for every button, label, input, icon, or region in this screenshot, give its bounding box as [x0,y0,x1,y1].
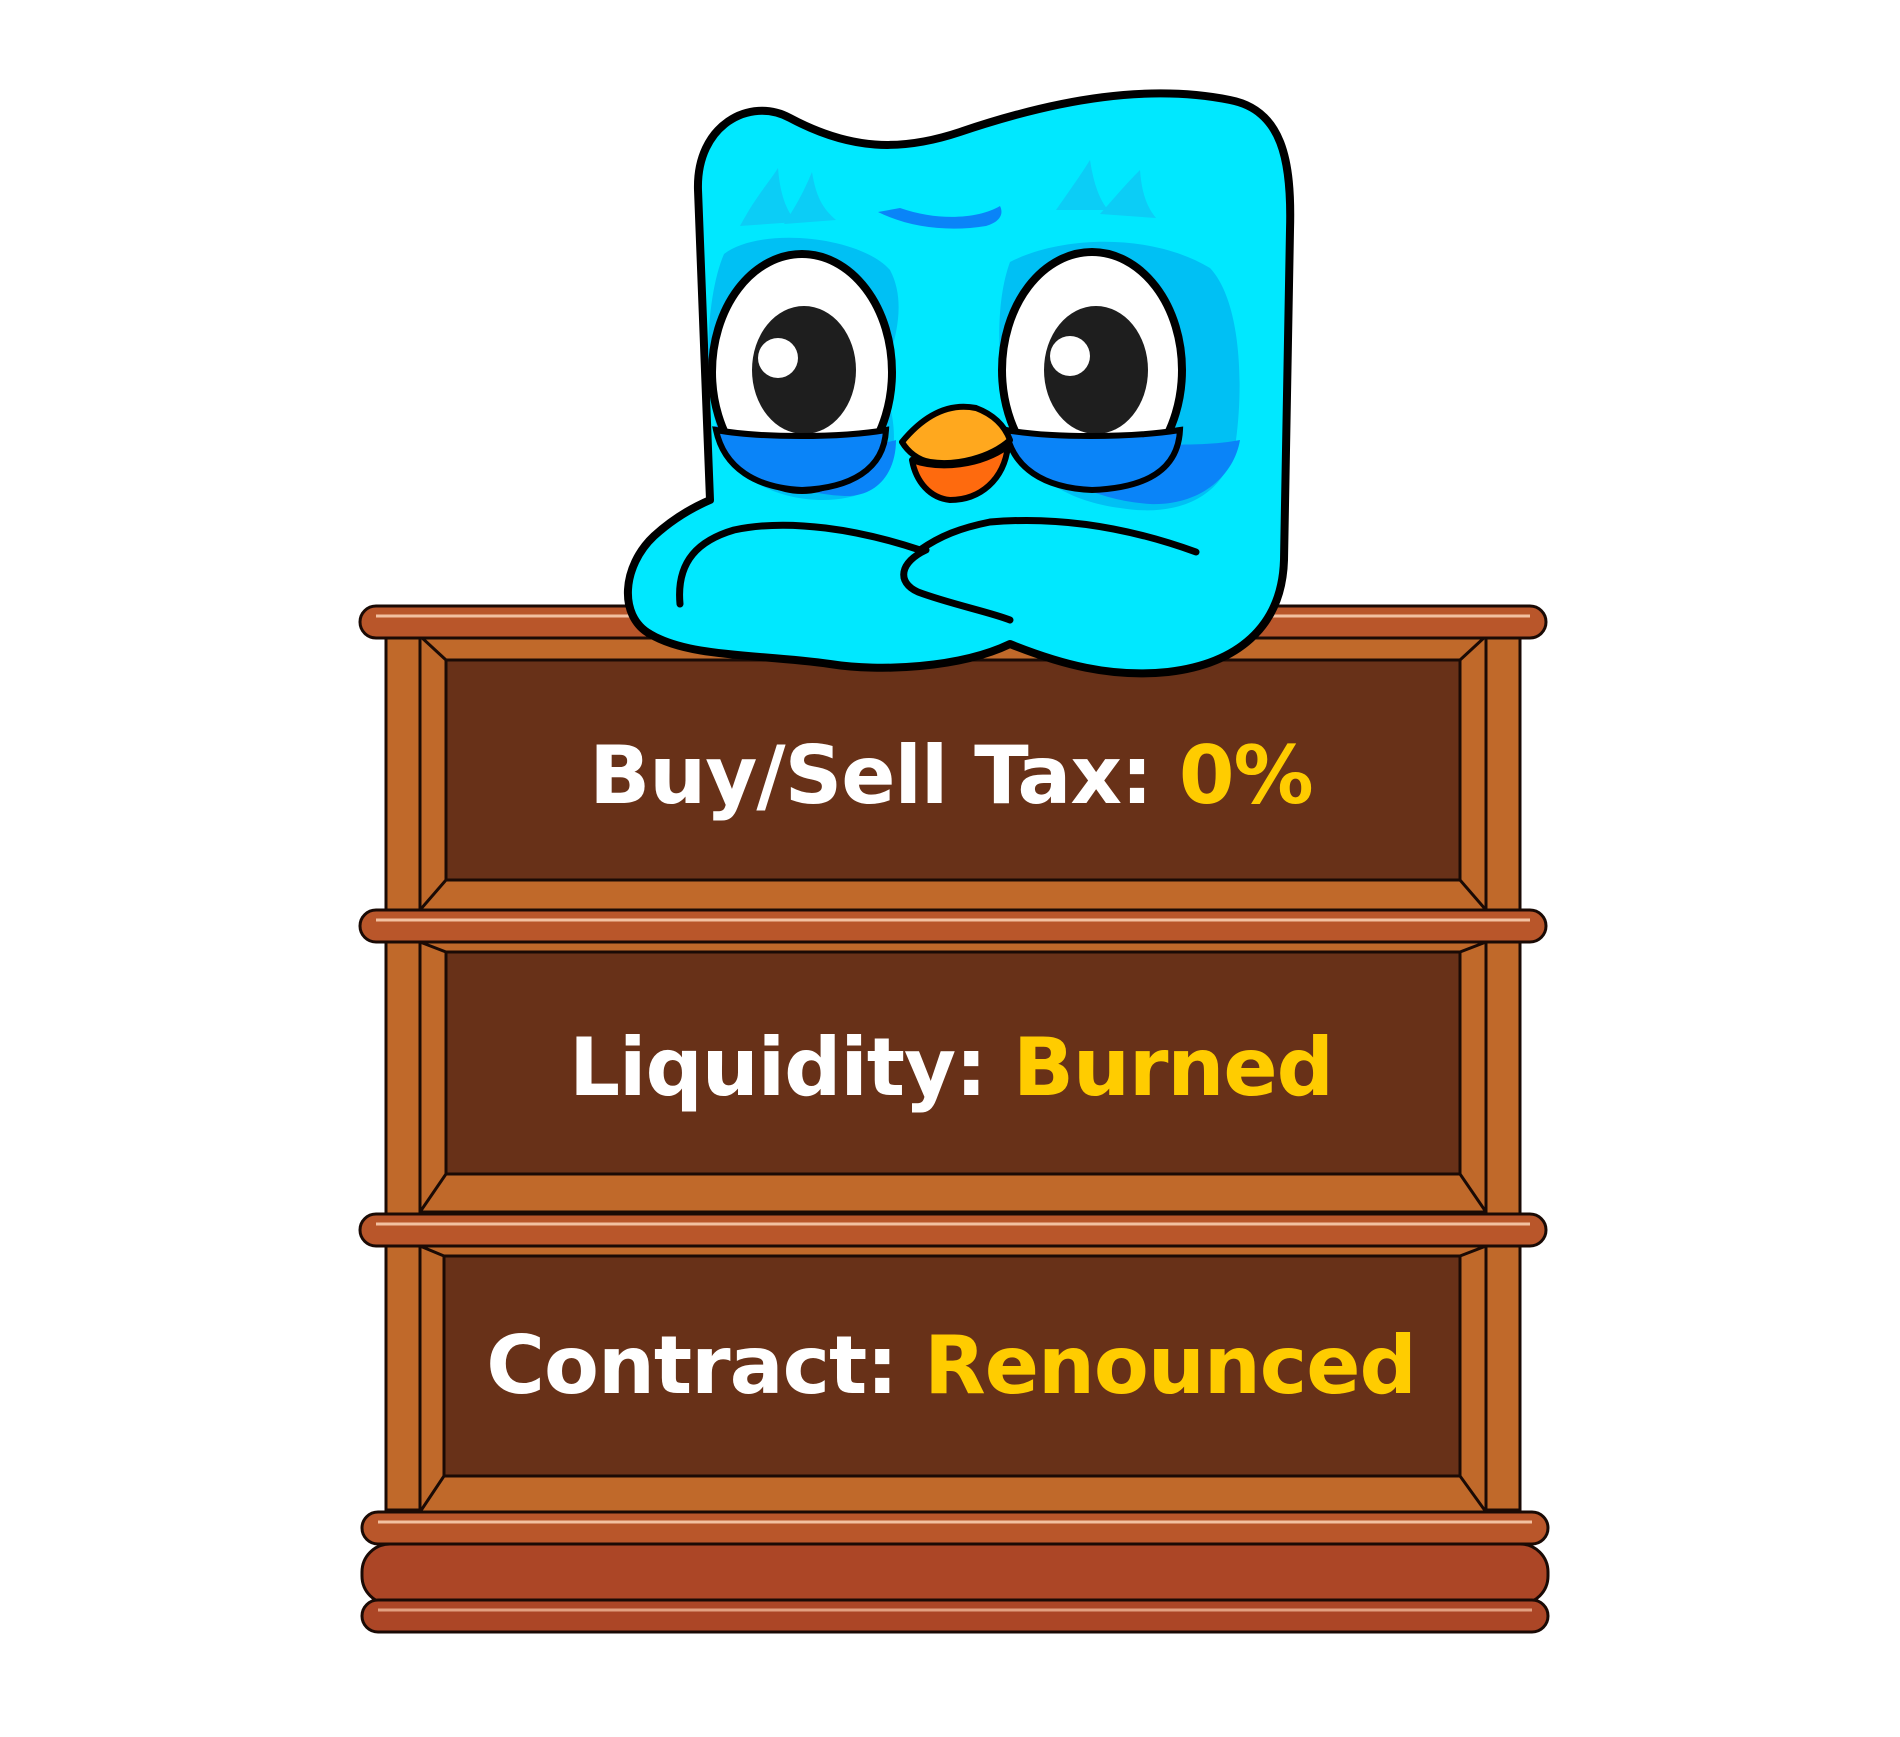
contract-row: Contract: Renounced [445,1316,1457,1416]
owl-mascot-icon [624,89,1295,678]
owl-left-eye-icon [708,250,896,494]
owl-right-eye-icon [998,248,1186,494]
shelf-rail-2 [358,908,1548,944]
shelf-rail-3 [358,1212,1548,1248]
tax-label: Buy/Sell Tax: [589,729,1153,822]
liquidity-label: Liquidity: [569,1021,987,1114]
shelf-base [360,1510,1550,1634]
contract-label: Contract: [486,1319,898,1412]
tax-row: Buy/Sell Tax: 0% [445,726,1457,826]
contract-value: Renounced [924,1319,1417,1412]
liquidity-value: Burned [1013,1021,1334,1114]
scene [0,0,1900,1737]
tax-value: 0% [1178,729,1314,822]
liquidity-row: Liquidity: Burned [445,1018,1457,1118]
